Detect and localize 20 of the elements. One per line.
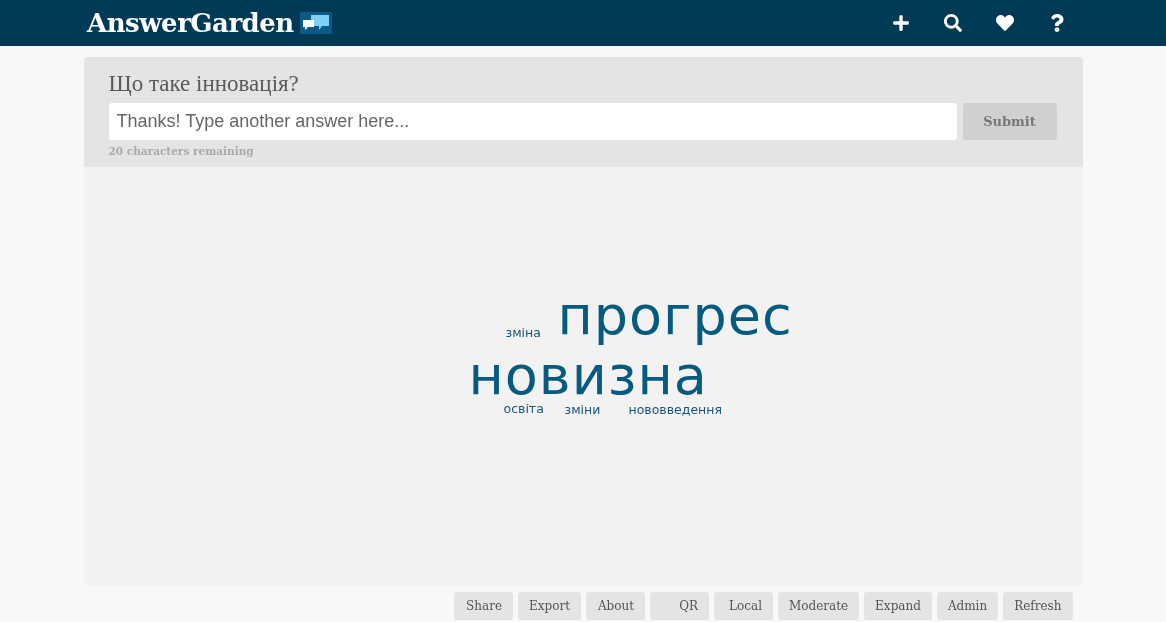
toolbar-button[interactable]: Expand [864, 592, 932, 620]
toolbar-button[interactable]: Admin [936, 592, 999, 620]
cloud-word[interactable]: нововведення [628, 404, 722, 417]
toolbar-button[interactable]: Moderate [778, 592, 860, 620]
characters-remaining: 20 characters remaining [108, 145, 255, 157]
cloud-word[interactable]: зміна [505, 327, 541, 340]
chat-bubbles-icon [299, 12, 332, 34]
toolbar-button[interactable]: QR [650, 592, 709, 620]
toolbar-button[interactable]: Export [518, 592, 581, 620]
cloud-word[interactable]: освіта [503, 403, 544, 416]
toolbar-button[interactable]: About [586, 592, 645, 620]
cloud-word[interactable]: зміни [564, 404, 601, 417]
cloud-word[interactable]: новизна [468, 349, 708, 403]
answer-input[interactable]: Thanks! Type another answer here... [108, 103, 957, 140]
logo[interactable]: AnswerGarden [87, 8, 294, 38]
toolbar-button[interactable]: Refresh [1003, 592, 1073, 620]
toolbar-button[interactable]: Local [714, 592, 773, 620]
toolbar-button[interactable]: Share [454, 592, 513, 620]
cloud-word[interactable]: прогрес [557, 289, 793, 343]
question-title: Що таке інновація? [108, 70, 300, 97]
